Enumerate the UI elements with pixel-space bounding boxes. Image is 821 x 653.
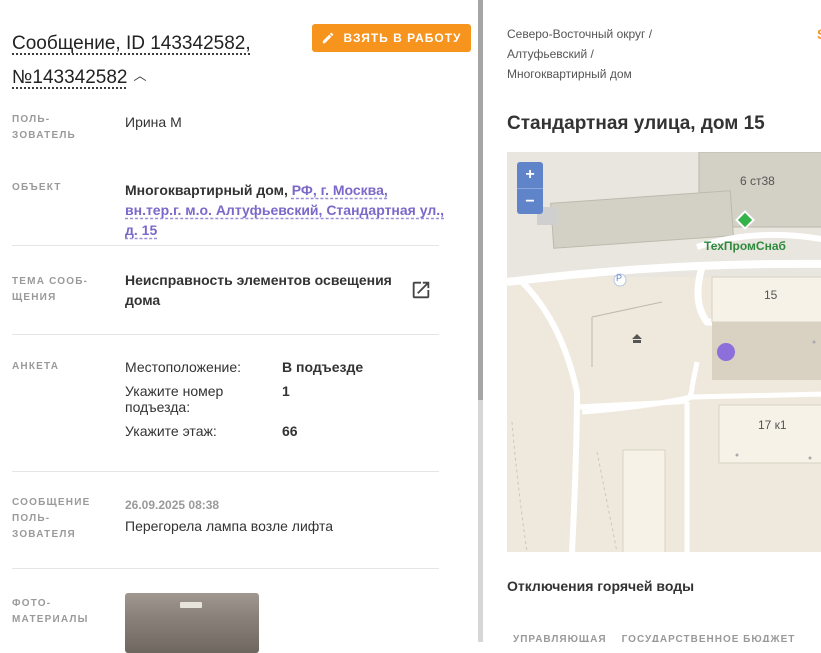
user-value: Ирина М: [125, 114, 182, 130]
hot-water-section-title: Отключения горячей воды: [507, 578, 695, 594]
message-date: 26.09.2025 08:38: [125, 498, 220, 512]
form-question: Местоположение:: [125, 359, 242, 375]
cut-off-element: S: [817, 26, 821, 42]
object-address-title: Стандартная улица, дом 15: [507, 113, 765, 134]
form-answer: В подъезде: [282, 359, 364, 375]
breadcrumb: Северо-Восточный округ / Алтуфьевский / …: [507, 24, 707, 84]
map-canvas: [507, 152, 821, 552]
divider: [12, 471, 439, 472]
topic-value: Неисправность элементов освещения дома: [125, 272, 392, 308]
message-panel: Сообщение, ID 143342582, №143342582 ︿ ВЗЯ…: [0, 0, 478, 653]
photo-label: ФОТО- МАТЕРИАЛЫ: [12, 598, 89, 625]
map[interactable]: 6 ст38 ТехПромСнаб P 15 17 к1 + −: [507, 152, 821, 552]
message-text: Перегорела лампа возле лифта: [125, 518, 334, 534]
pencil-icon: [323, 32, 334, 44]
parking-icon: P: [616, 273, 623, 283]
map-poi-label[interactable]: ТехПромСнаб: [704, 239, 786, 253]
object-label: ОБЪЕКТ: [12, 182, 62, 193]
breadcrumb-item[interactable]: Многоквартирный дом: [507, 64, 707, 84]
photo-thumbnail[interactable]: [125, 593, 259, 653]
divider: [12, 334, 439, 335]
map-label-building: 6 ст38: [740, 174, 775, 188]
lamp-shape: [180, 602, 202, 608]
management-value: ГОСУДАРСТВЕННОЕ БЮДЖЕТ: [621, 634, 796, 642]
form-question: Укажите этаж:: [125, 423, 217, 439]
map-label-building: 15: [764, 288, 778, 302]
form-answer: 66: [282, 423, 298, 439]
breadcrumb-item[interactable]: Алтуфьевский /: [507, 44, 707, 64]
object-value: Многоквартирный дом, РФ, г. Москва, вн.т…: [125, 180, 445, 240]
form-answer: 1: [282, 383, 290, 399]
divider: [12, 568, 439, 569]
topic-label: ТЕМА СООБ- ЩЕНИЯ: [12, 276, 89, 303]
title-line-1: Сообщение, ID 143342582,: [12, 33, 251, 54]
management-label: УПРАВЛЯЮЩАЯ: [513, 634, 607, 642]
zoom-in-button[interactable]: +: [517, 162, 543, 188]
title-line-2: №143342582: [12, 67, 128, 88]
form-question: Укажите номер подъезда:: [125, 383, 224, 415]
divider: [12, 245, 439, 246]
user-label: ПОЛЬ- ЗОВАТЕЛЬ: [12, 114, 76, 141]
take-to-work-label: ВЗЯТЬ В РАБОТУ: [343, 31, 462, 45]
map-label-building: 17 к1: [758, 418, 787, 432]
object-type: Многоквартирный дом,: [125, 182, 288, 198]
message-label: СООБЩЕНИЕ ПОЛЬ- ЗОВАТЕЛЯ: [12, 497, 91, 540]
management-company-row: УПРАВЛЯЮЩАЯ ГОСУДАРСТВЕННОЕ БЮДЖЕТ: [513, 634, 795, 642]
object-panel: Северо-Восточный округ / Алтуфьевский / …: [483, 0, 821, 642]
external-link-icon[interactable]: [410, 279, 432, 301]
zoom-out-button[interactable]: −: [517, 189, 543, 215]
map-zoom-control: + −: [517, 162, 543, 214]
page-title: Сообщение, ID 143342582, №143342582 ︿: [12, 28, 302, 94]
take-to-work-button[interactable]: ВЗЯТЬ В РАБОТУ: [312, 24, 471, 52]
breadcrumb-item[interactable]: Северо-Восточный округ /: [507, 24, 707, 44]
form-label: АНКЕТА: [12, 361, 60, 372]
chevron-up-icon[interactable]: ︿: [133, 60, 146, 92]
